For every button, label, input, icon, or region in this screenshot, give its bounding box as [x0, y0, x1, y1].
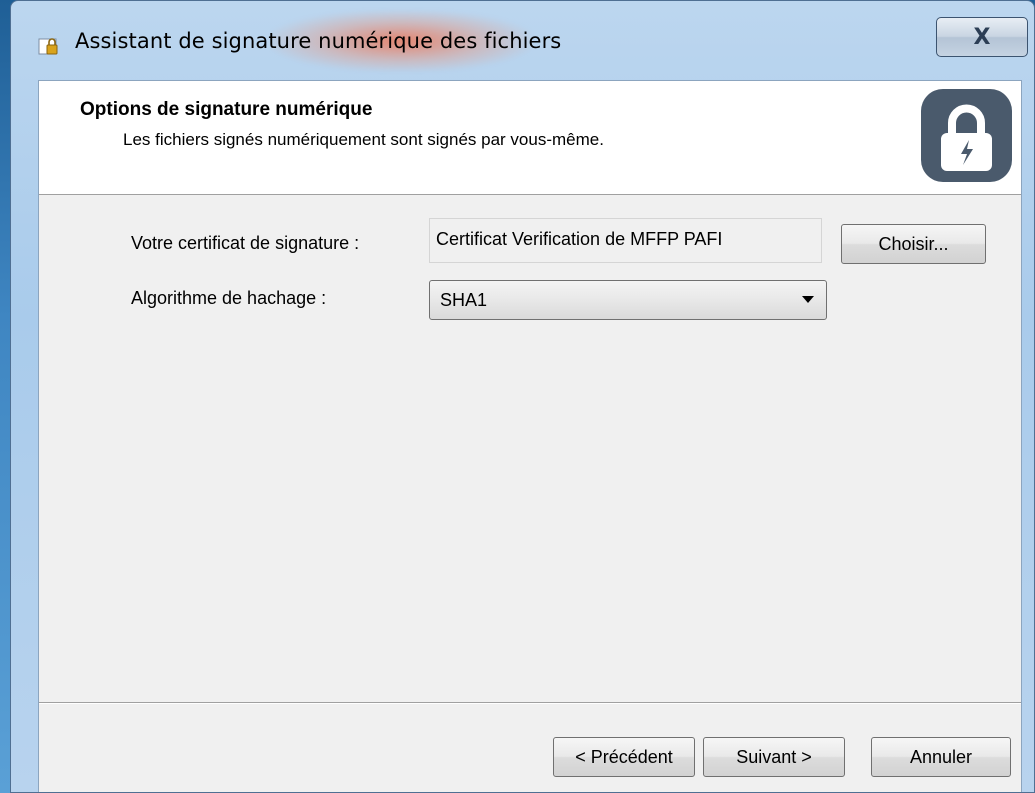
close-button[interactable]: X	[936, 17, 1028, 57]
cancel-button[interactable]: Annuler	[871, 737, 1011, 777]
choose-certificate-button[interactable]: Choisir...	[841, 224, 986, 264]
wizard-header: Options de signature numérique Les fichi…	[39, 81, 1021, 195]
window-title: Assistant de signature numérique des fic…	[75, 29, 562, 53]
lock-icon	[921, 89, 1012, 182]
certificate-label: Votre certificat de signature :	[131, 233, 360, 253]
previous-button[interactable]: < Précédent	[553, 737, 695, 777]
page-title: Options de signature numérique	[80, 99, 373, 120]
certificate-field: Certificat Verification de MFFP PAFI	[429, 218, 822, 263]
hash-algorithm-label: Algorithme de hachage :	[131, 288, 327, 308]
hash-algorithm-select[interactable]: SHA1	[429, 280, 827, 320]
hash-algorithm-value: SHA1	[440, 290, 488, 310]
wizard-client-area: Options de signature numérique Les fichi…	[38, 80, 1022, 792]
next-button[interactable]: Suivant >	[703, 737, 845, 777]
chevron-down-icon[interactable]	[802, 296, 814, 303]
app-lock-icon	[38, 38, 58, 55]
wizard-window: Assistant de signature numérique des fic…	[10, 0, 1035, 793]
page-subtitle: Les fichiers signés numériquement sont s…	[123, 130, 604, 149]
close-icon: X	[973, 24, 991, 50]
title-bar[interactable]: Assistant de signature numérique des fic…	[11, 1, 1034, 79]
footer-divider	[39, 702, 1021, 704]
